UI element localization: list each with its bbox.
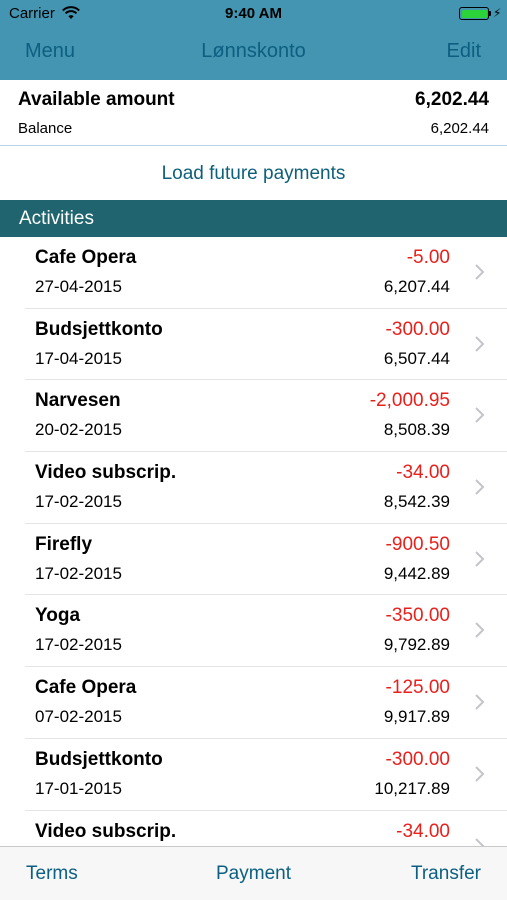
transaction-amount: -34.00: [396, 820, 450, 842]
chevron-right-icon: [475, 766, 485, 782]
transaction-name: Budsjettkonto: [35, 318, 163, 340]
transaction-balance: 6,207.44: [383, 277, 450, 296]
charging-bolt-icon: ⚡: [493, 6, 502, 20]
available-amount-value: 6,202.44: [415, 89, 489, 110]
list-item[interactable]: Yoga 17-02-2015 -350.00 9,792.89: [0, 595, 507, 667]
activities-section-header: Activities: [0, 200, 507, 237]
transaction-name: Yoga: [35, 605, 81, 627]
activities-list[interactable]: Cafe Opera 27-04-2015 -5.00 6,207.44 Bud…: [0, 237, 507, 846]
transaction-amount: -300.00: [385, 748, 450, 770]
transaction-amount: -900.50: [385, 533, 450, 555]
header-area: Carrier 9:40 AM ⚡ Menu Lønnskonto Edit: [0, 0, 507, 80]
menu-button[interactable]: Menu: [25, 40, 75, 63]
chevron-right-icon: [475, 335, 485, 352]
transaction-name: Video subscrip.: [35, 820, 177, 842]
list-item[interactable]: Cafe Opera 07-02-2015 -125.00 9,917.89: [0, 667, 507, 739]
transaction-balance: 9,792.89: [383, 635, 450, 655]
list-item[interactable]: Cafe Opera 27-04-2015 -5.00 6,207.44: [0, 237, 507, 309]
list-item[interactable]: Budsjettkonto 17-04-2015 -300.00 6,507.4…: [0, 309, 507, 381]
transaction-amount: -300.00: [385, 318, 450, 340]
transaction-name: Cafe Opera: [35, 677, 137, 699]
transaction-date: 07-02-2015: [35, 707, 122, 727]
chevron-right-icon: [475, 479, 485, 495]
transaction-name: Video subscrip.: [35, 462, 177, 484]
transaction-balance: 8,508.39: [383, 420, 450, 440]
account-summary: Available amount 6,202.44 Balance 6,202.…: [0, 80, 507, 146]
load-future-payments-button[interactable]: Load future payments: [0, 147, 507, 200]
navigation-bar: Menu Lønnskonto Edit: [0, 30, 507, 76]
transaction-amount: -5.00: [406, 247, 450, 268]
list-item[interactable]: Video subscrip. -34.00: [0, 811, 507, 846]
list-item[interactable]: Budsjettkonto 17-01-2015 -300.00 10,217.…: [0, 739, 507, 811]
balance-value: 6,202.44: [430, 120, 489, 137]
transaction-date: 17-02-2015: [35, 635, 122, 655]
list-item[interactable]: Video subscrip. 17-02-2015 -34.00 8,542.…: [0, 452, 507, 524]
transaction-date: 27-04-2015: [35, 277, 122, 296]
transfer-button[interactable]: Transfer: [411, 863, 481, 885]
chevron-right-icon: [475, 264, 485, 280]
page-title: Lønnskonto: [201, 40, 306, 62]
transaction-name: Cafe Opera: [35, 247, 137, 268]
transaction-name: Budsjettkonto: [35, 748, 163, 770]
chevron-right-icon: [475, 837, 485, 846]
transaction-date: 17-02-2015: [35, 563, 122, 583]
transaction-amount: -34.00: [396, 462, 450, 484]
list-item[interactable]: Narvesen 20-02-2015 -2,000.95 8,508.39: [0, 380, 507, 452]
transaction-amount: -350.00: [385, 605, 450, 627]
bottom-toolbar: Terms Payment Transfer: [0, 846, 507, 900]
status-bar: Carrier 9:40 AM ⚡: [0, 0, 507, 28]
transaction-date: 17-01-2015: [35, 778, 122, 798]
edit-button[interactable]: Edit: [447, 40, 481, 63]
status-time: 9:40 AM: [225, 5, 282, 22]
battery-tip: [489, 11, 491, 16]
list-item[interactable]: Firefly 17-02-2015 -900.50 9,442.89: [0, 524, 507, 596]
chevron-right-icon: [475, 407, 485, 424]
chevron-right-icon: [475, 694, 485, 710]
transaction-amount: -2,000.95: [369, 390, 450, 412]
transaction-name: Firefly: [35, 533, 93, 555]
transaction-balance: 9,442.89: [383, 563, 450, 583]
transaction-date: 20-02-2015: [35, 420, 122, 440]
transaction-date: 17-04-2015: [35, 348, 122, 368]
transaction-balance: 10,217.89: [374, 778, 450, 798]
transaction-date: 17-02-2015: [35, 492, 122, 512]
balance-label: Balance: [18, 120, 73, 137]
chevron-right-icon: [475, 622, 485, 639]
transaction-balance: 9,917.89: [383, 707, 450, 727]
transaction-balance: 8,542.39: [383, 492, 450, 512]
transaction-balance: 6,507.44: [383, 348, 450, 368]
available-amount-label: Available amount: [18, 89, 175, 110]
transaction-name: Narvesen: [35, 390, 121, 412]
transaction-amount: -125.00: [385, 677, 450, 699]
battery-icon: [459, 7, 489, 20]
chevron-right-icon: [475, 551, 485, 567]
